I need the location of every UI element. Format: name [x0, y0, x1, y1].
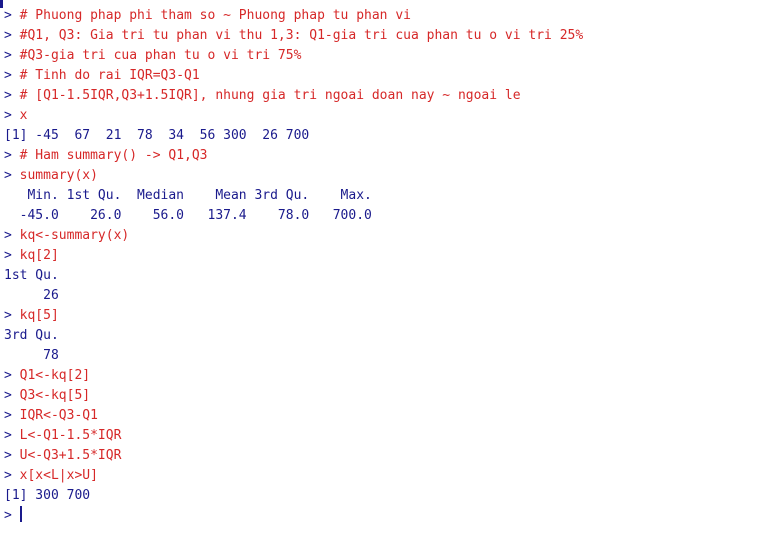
console-prompt: > — [4, 48, 20, 63]
output-text: Min. 1st Qu. Median Mean 3rd Qu. Max. — [4, 188, 380, 203]
console-prompt: > — [4, 468, 20, 483]
r-console[interactable]: > # Phuong phap phi tham so ~ Phuong pha… — [0, 0, 771, 544]
console-command-line: > #Q3-gia tri cua phan tu o vi tri 75% — [4, 46, 583, 66]
console-output-line: 26 — [4, 286, 583, 306]
console-prompt: > — [4, 168, 20, 183]
console-command-line: > # Ham summary() -> Q1,Q3 — [4, 146, 583, 166]
command-text: kq<-summary(x) — [19, 228, 130, 243]
console-command-line: > L<-Q1-1.5*IQR — [4, 426, 583, 446]
console-prompt: > — [4, 228, 20, 243]
console-input-line: > — [4, 506, 583, 526]
output-text: 3rd Qu. — [4, 328, 67, 343]
console-output-line: [1] 300 700 — [4, 486, 583, 506]
console-prompt: > — [4, 508, 20, 523]
command-text: IQR<-Q3-Q1 — [19, 408, 98, 423]
console-output: > # Phuong phap phi tham so ~ Phuong pha… — [4, 6, 583, 526]
output-text: 1st Qu. — [4, 268, 67, 283]
command-text: summary(x) — [19, 168, 98, 183]
console-top-marker — [0, 0, 3, 8]
console-command-line: > U<-Q3+1.5*IQR — [4, 446, 583, 466]
console-command-line: > Q3<-kq[5] — [4, 386, 583, 406]
console-command-line: > # Tinh do rai IQR=Q3-Q1 — [4, 66, 583, 86]
output-text: 78 — [4, 348, 67, 363]
console-prompt: > — [4, 428, 20, 443]
text-cursor — [19, 506, 22, 522]
command-text: # Phuong phap phi tham so ~ Phuong phap … — [19, 8, 411, 23]
console-prompt: > — [4, 8, 20, 23]
command-text: x[x<L|x>U] — [19, 468, 98, 483]
console-prompt: > — [4, 448, 20, 463]
console-prompt: > — [4, 108, 20, 123]
console-prompt: > — [4, 388, 20, 403]
console-output-line: 1st Qu. — [4, 266, 583, 286]
output-text: [1] -45 67 21 78 34 56 300 26 700 — [4, 128, 310, 143]
command-text: # [Q1-1.5IQR,Q3+1.5IQR], nhung gia tri n… — [19, 88, 521, 103]
command-text: # Ham summary() -> Q1,Q3 — [19, 148, 208, 163]
command-text: kq[5] — [19, 308, 59, 323]
console-prompt: > — [4, 28, 20, 43]
console-output-line: 3rd Qu. — [4, 326, 583, 346]
console-command-line: > x — [4, 106, 583, 126]
console-command-line: > x[x<L|x>U] — [4, 466, 583, 486]
console-prompt: > — [4, 368, 20, 383]
console-command-line: > Q1<-kq[2] — [4, 366, 583, 386]
command-text: x — [19, 108, 28, 123]
command-text: #Q1, Q3: Gia tri tu phan vi thu 1,3: Q1-… — [19, 28, 584, 43]
console-prompt: > — [4, 88, 20, 103]
console-command-line: > kq<-summary(x) — [4, 226, 583, 246]
console-command-line: > IQR<-Q3-Q1 — [4, 406, 583, 426]
command-text: U<-Q3+1.5*IQR — [19, 448, 122, 463]
command-text: #Q3-gia tri cua phan tu o vi tri 75% — [19, 48, 302, 63]
output-text: -45.0 26.0 56.0 137.4 78.0 700.0 — [4, 208, 380, 223]
console-output-line: Min. 1st Qu. Median Mean 3rd Qu. Max. — [4, 186, 583, 206]
console-command-line: > #Q1, Q3: Gia tri tu phan vi thu 1,3: Q… — [4, 26, 583, 46]
console-command-line: > kq[5] — [4, 306, 583, 326]
console-prompt: > — [4, 248, 20, 263]
command-text: kq[2] — [19, 248, 59, 263]
console-prompt: > — [4, 308, 20, 323]
console-command-line: > # [Q1-1.5IQR,Q3+1.5IQR], nhung gia tri… — [4, 86, 583, 106]
console-prompt: > — [4, 408, 20, 423]
console-prompt: > — [4, 148, 20, 163]
console-command-line: > kq[2] — [4, 246, 583, 266]
console-output-line: -45.0 26.0 56.0 137.4 78.0 700.0 — [4, 206, 583, 226]
console-output-line: 78 — [4, 346, 583, 366]
console-command-line: > summary(x) — [4, 166, 583, 186]
console-prompt: > — [4, 68, 20, 83]
output-text: 26 — [4, 288, 67, 303]
command-text: Q1<-kq[2] — [19, 368, 91, 383]
command-text: # Tinh do rai IQR=Q3-Q1 — [19, 68, 200, 83]
output-text: [1] 300 700 — [4, 488, 91, 503]
console-command-line: > # Phuong phap phi tham so ~ Phuong pha… — [4, 6, 583, 26]
console-output-line: [1] -45 67 21 78 34 56 300 26 700 — [4, 126, 583, 146]
command-text: Q3<-kq[5] — [19, 388, 91, 403]
command-text: L<-Q1-1.5*IQR — [19, 428, 122, 443]
